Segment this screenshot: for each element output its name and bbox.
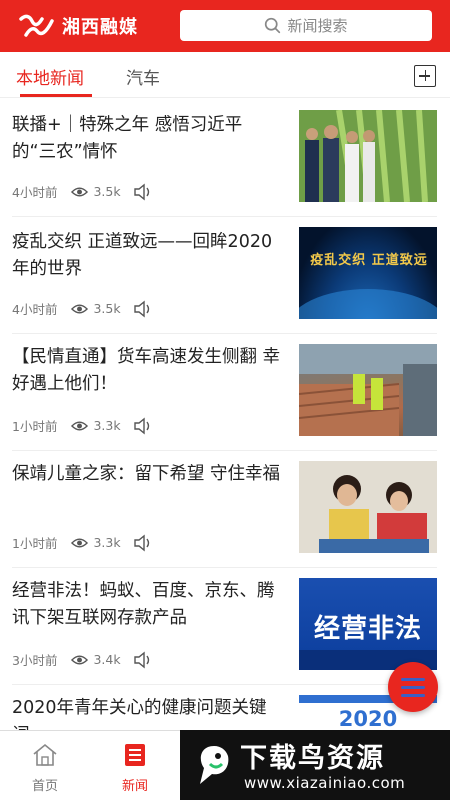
news-views: 3.5k: [93, 301, 121, 316]
news-thumbnail: 疫乱交织 正道致远: [299, 227, 437, 319]
divider: [12, 567, 437, 568]
search-input[interactable]: 新闻搜索: [180, 10, 432, 41]
speaker-icon[interactable]: [133, 183, 153, 201]
news-thumbnail: [299, 461, 437, 553]
nav-label: 新闻: [121, 779, 148, 794]
app-logo: 湘西融媒: [18, 11, 138, 41]
news-time: 4小时前: [12, 185, 58, 200]
news-time: 1小时前: [12, 419, 58, 434]
news-time: 4小时前: [12, 302, 58, 317]
bird-logo-icon: [200, 746, 229, 784]
eye-icon: [71, 304, 89, 313]
add-channel-icon[interactable]: [414, 65, 436, 87]
news-views: 3.3k: [93, 535, 121, 550]
tab-car[interactable]: 汽车: [126, 64, 160, 89]
app-header: 湘西融媒 新闻搜索: [0, 0, 450, 52]
logo-icon: [19, 14, 54, 37]
list-item[interactable]: 保靖儿童之家：留下希望 守住幸福 1小时前 3.3k: [0, 461, 450, 577]
app-name: 湘西融媒: [62, 17, 138, 38]
news-meta: 3小时前 3.4k: [12, 650, 153, 669]
news-time: 1小时前: [12, 536, 58, 551]
menu-icon: [401, 678, 425, 681]
active-tab-indicator: [20, 94, 92, 97]
list-item[interactable]: 联播+｜特殊之年 感悟习近平的“三农”情怀 4小时前 3.5k: [0, 110, 450, 226]
watermark-banner: 下载鸟资源 www.xiazainiao.com: [180, 730, 450, 800]
speaker-icon[interactable]: [133, 300, 153, 318]
eye-icon: [71, 187, 89, 196]
news-title: 联播+｜特殊之年 感悟习近平的“三农”情怀: [12, 115, 243, 162]
eye-icon: [71, 421, 89, 430]
news-title: 【民情直通】货车高速发生侧翻 幸好遇上他们！: [12, 347, 281, 394]
channel-tabs: 本地新闻 汽车: [0, 52, 450, 98]
speaker-icon[interactable]: [133, 534, 153, 552]
news-views: 3.4k: [93, 652, 121, 667]
watermark-url: www.xiazainiao.com: [244, 774, 406, 792]
search-icon: [265, 17, 281, 34]
list-item[interactable]: 【民情直通】货车高速发生侧翻 幸好遇上他们！ 1小时前 3.3k: [0, 344, 450, 460]
floating-menu-button[interactable]: [388, 662, 438, 712]
speaker-icon[interactable]: [133, 651, 153, 669]
news-meta: 4小时前 3.5k: [12, 182, 153, 201]
news-thumbnail: [299, 344, 437, 436]
news-meta: 1小时前 3.3k: [12, 416, 153, 435]
news-title: 经营非法！蚂蚁、百度、京东、腾讯下架互联网存款产品: [12, 581, 275, 628]
news-icon: [125, 744, 145, 766]
divider: [12, 450, 437, 451]
nav-news[interactable]: 新闻: [90, 731, 180, 800]
nav-home[interactable]: 首页: [0, 731, 90, 800]
nav-label: 首页: [31, 779, 58, 794]
divider: [12, 216, 437, 217]
list-item[interactable]: 疫乱交织 正道致远——回眸2020年的世界 4小时前 3.5k 疫乱交织 正道致…: [0, 227, 450, 343]
news-title: 疫乱交织 正道致远——回眸2020年的世界: [12, 232, 273, 279]
eye-icon: [71, 538, 89, 547]
news-thumbnail: 经营非法: [299, 578, 437, 670]
divider: [12, 333, 437, 334]
news-views: 3.5k: [93, 184, 121, 199]
search-placeholder: 新闻搜索: [287, 17, 348, 35]
eye-icon: [71, 655, 89, 664]
thumbnail-caption: 经营非法: [313, 614, 422, 644]
list-item[interactable]: 经营非法！蚂蚁、百度、京东、腾讯下架互联网存款产品 3小时前 3.4k 经营非法: [0, 578, 450, 694]
news-views: 3.3k: [93, 418, 121, 433]
news-meta: 4小时前 3.5k: [12, 299, 153, 318]
tab-local-news[interactable]: 本地新闻: [16, 64, 84, 89]
news-time: 3小时前: [12, 653, 58, 668]
watermark-title: 下载鸟资源: [240, 743, 385, 774]
speaker-icon[interactable]: [133, 417, 153, 435]
news-title: 保靖儿童之家：留下希望 守住幸福: [12, 464, 281, 484]
home-icon: [33, 743, 57, 766]
divider: [12, 684, 437, 685]
news-meta: 1小时前 3.3k: [12, 533, 153, 552]
news-thumbnail: [299, 110, 437, 202]
